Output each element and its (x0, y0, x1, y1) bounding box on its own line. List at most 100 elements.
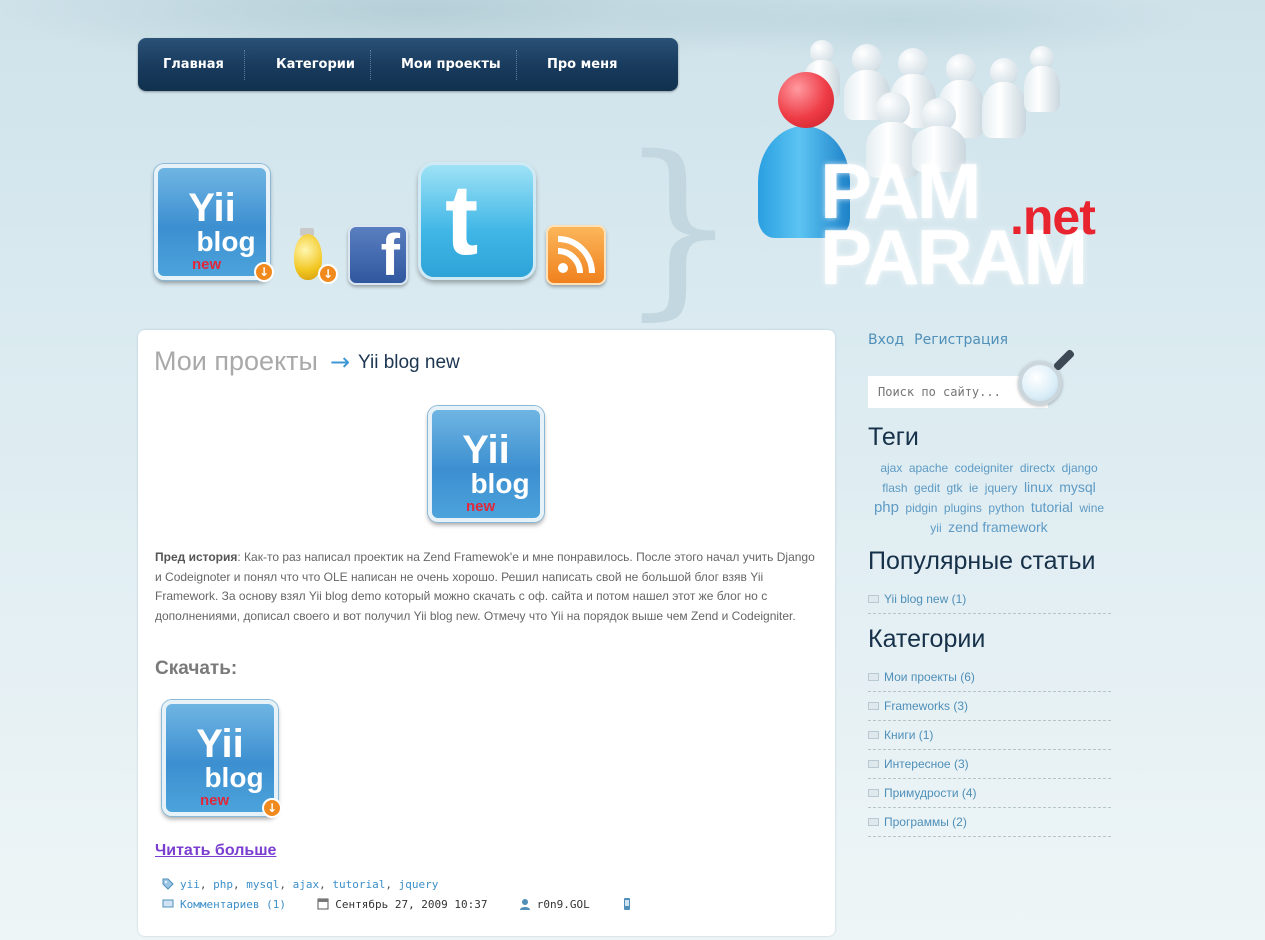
tag-cloud-item[interactable]: mysql (1059, 479, 1096, 495)
yii-icon-text: new (200, 792, 230, 809)
tag-cloud-item[interactable]: codeigniter (955, 461, 1014, 475)
nav-item-categories[interactable]: Категории (276, 38, 355, 91)
post-date: Сентябрь 27, 2009 10:37 (335, 898, 488, 911)
tag-cloud-item[interactable]: yii (930, 521, 941, 535)
download-heading: Скачать: (155, 658, 238, 679)
post-card: Мои проекты → Yii blog new Yii blog new … (138, 330, 835, 936)
logo-suffix: .net (1010, 189, 1096, 245)
yii-icon-text: new (192, 256, 222, 273)
nav-item-about[interactable]: Про меня (547, 38, 617, 91)
sidebar-list-item[interactable]: Книги (1) (868, 721, 1111, 750)
sidebar-item-label: Frameworks (3) (884, 699, 969, 713)
search-icon-handle (1052, 348, 1076, 372)
post-body-label: Пред история (155, 550, 238, 564)
tag-cloud-item[interactable]: ie (969, 481, 978, 495)
tag-cloud-item[interactable]: linux (1024, 479, 1053, 495)
nav-item-my-projects[interactable]: Мои проекты (401, 38, 501, 91)
tag-link[interactable]: jquery (399, 878, 439, 891)
folder-icon (868, 789, 879, 797)
tag-cloud-item[interactable]: ajax (880, 461, 902, 475)
twitter-icon[interactable]: t (418, 162, 536, 280)
nav-separator (370, 50, 371, 80)
idea-bulb-icon[interactable]: ↓ (292, 228, 344, 286)
sidebar-list-item[interactable]: Примудрости (4) (868, 779, 1111, 808)
tag-cloud-item[interactable]: php (874, 499, 899, 516)
post-author: r0n9.GOL (536, 898, 590, 911)
main-nav: Главная Категории Мои проекты Про меня (138, 38, 678, 91)
sidebar-list-item[interactable]: Frameworks (3) (868, 692, 1111, 721)
download-badge-icon: ↓ (262, 798, 282, 818)
tag-cloud-item[interactable]: python (988, 501, 1024, 515)
tag-cloud-item[interactable]: directx (1020, 461, 1055, 475)
tag-cloud-item[interactable]: gedit (914, 481, 940, 495)
folder-icon (868, 673, 879, 681)
tag-cloud-item[interactable]: plugins (944, 501, 982, 515)
folder-icon (868, 702, 879, 710)
tag-link[interactable]: php (213, 878, 233, 891)
tag-link[interactable]: mysql (246, 878, 279, 891)
tags-heading: Теги (868, 423, 919, 451)
yii-icon-text: Yii (462, 428, 510, 472)
yii-icon-text: blog (470, 468, 530, 499)
tag-cloud-item[interactable]: tutorial (1031, 499, 1073, 515)
breadcrumb-section[interactable]: Мои проекты (154, 346, 318, 377)
facebook-icon[interactable]: f (348, 223, 408, 288)
folder-icon (868, 760, 879, 768)
sidebar-list-item[interactable]: Yii blog new (1) (868, 585, 1111, 614)
red-person-head (778, 72, 834, 128)
decorative-brace: } (618, 116, 739, 337)
mobile-icon[interactable] (621, 898, 633, 910)
tag-cloud: ajax apache codeigniter directx django f… (868, 458, 1110, 538)
login-link[interactable]: Вход (868, 332, 904, 348)
register-link[interactable]: Регистрация (914, 332, 1008, 348)
sidebar-item-label: Программы (2) (884, 815, 967, 829)
nav-separator (516, 50, 517, 80)
post-title: Yii blog new (358, 352, 460, 373)
post-body-text: : Как-то раз написал проектик на Zend Fr… (155, 550, 815, 623)
tag-link[interactable]: yii (180, 878, 200, 891)
post-yii-image: Yii blog new (428, 406, 544, 522)
tag-link[interactable]: tutorial (332, 878, 385, 891)
nav-item-home[interactable]: Главная (163, 38, 224, 91)
yii-icon-text: blog (204, 762, 264, 793)
folder-icon (868, 595, 879, 603)
yii-icon-text: blog (196, 226, 256, 257)
categories-heading: Категории (868, 625, 986, 653)
breadcrumb-arrow-icon: → (330, 348, 351, 376)
twitter-letter: t (445, 164, 479, 276)
auth-links: Вход Регистрация (868, 332, 1018, 348)
folder-icon (868, 818, 879, 826)
read-more-link[interactable]: Читать больше (155, 842, 276, 860)
sidebar-list-item[interactable]: Мои проекты (6) (868, 663, 1111, 692)
sidebar-item-label: Примудрости (4) (884, 786, 977, 800)
popular-list: Yii blog new (1) (868, 585, 1111, 614)
download-yii-icon[interactable]: Yii blog new ↓ (162, 700, 282, 818)
tag-link[interactable]: ajax (293, 878, 320, 891)
folder-icon (868, 731, 879, 739)
tag-cloud-item[interactable]: jquery (985, 481, 1018, 495)
sidebar-list-item[interactable]: Интересное (3) (868, 750, 1111, 779)
tag-cloud-item[interactable]: flash (882, 481, 907, 495)
download-badge-icon: ↓ (254, 262, 274, 282)
category-list: Мои проекты (6) Frameworks (3) Книги (1) Ин… (868, 663, 1111, 837)
tag-cloud-item[interactable]: gtk (947, 481, 963, 495)
sidebar-list-item[interactable]: Программы (2) (868, 808, 1111, 837)
tag-cloud-item[interactable]: wine (1079, 501, 1104, 515)
post-tags: yii, php, mysql, ajax, tutorial, jquery (162, 878, 438, 891)
post-body: Пред история: Как-то раз написал проекти… (155, 548, 820, 626)
user-icon (519, 899, 530, 910)
nav-separator (244, 50, 245, 80)
comments-link[interactable]: Комментариев (1) (180, 898, 286, 911)
tag-icon (162, 878, 174, 890)
yii-icon-text: Yii (188, 186, 236, 230)
sidebar-item-label: Интересное (3) (884, 757, 969, 771)
popular-heading: Популярные статьи (868, 547, 1096, 575)
yii-icon-text: new (466, 498, 496, 515)
tag-cloud-item[interactable]: django (1062, 461, 1098, 475)
tag-cloud-item[interactable]: zend framework (948, 519, 1048, 535)
yii-blog-icon[interactable]: Yii blog new ↓ (154, 164, 274, 282)
yii-icon-text: Yii (196, 722, 244, 766)
tag-cloud-item[interactable]: apache (909, 461, 948, 475)
rss-icon[interactable] (546, 225, 606, 285)
tag-cloud-item[interactable]: pidgin (905, 501, 937, 515)
